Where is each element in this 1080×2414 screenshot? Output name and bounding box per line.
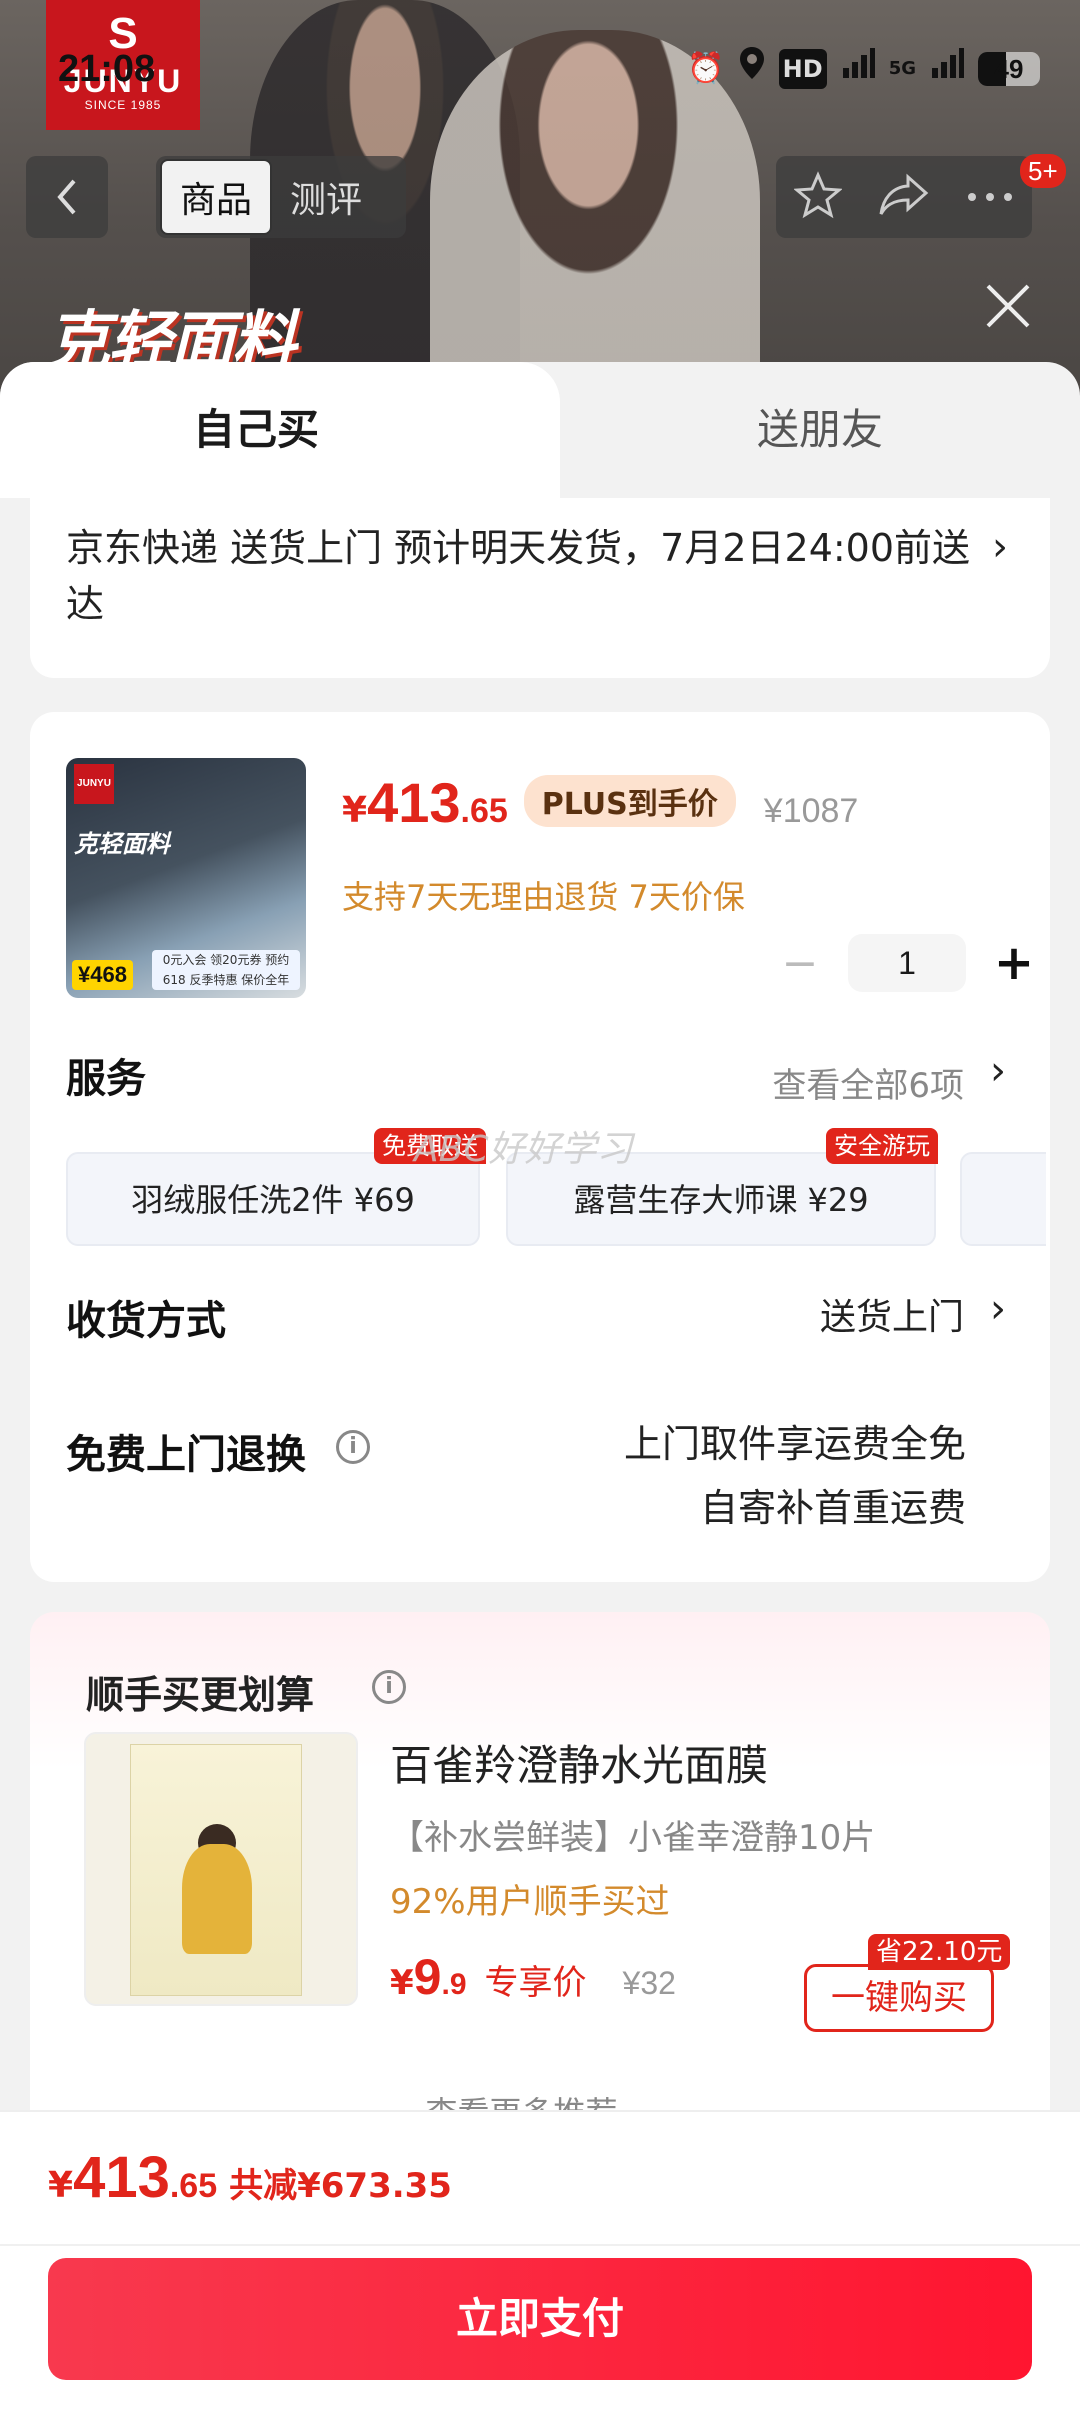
- tab-gift-friend[interactable]: 送朋友: [560, 362, 1080, 498]
- price-integer: 413: [367, 771, 461, 834]
- recommended-product-image[interactable]: [84, 1732, 358, 2006]
- checkout-bar: ¥ 413 .65 共减¥673.35 立即支付: [0, 2110, 1080, 2414]
- hd-icon: HD: [778, 48, 827, 89]
- illustration-figure: [182, 1844, 252, 1954]
- shipping-value[interactable]: 送货上门: [820, 1288, 964, 1340]
- more-button[interactable]: [966, 188, 1014, 207]
- product-thumbnail[interactable]: JUNYU 克轻面料 ¥468 0元入会 领20元券 预约618 反季特惠 保价…: [66, 758, 306, 998]
- rec-price-currency: ¥: [390, 1963, 414, 2003]
- delivery-text: 京东快递 送货上门 预计明天发货，7月2日24:00前送达: [66, 526, 971, 626]
- price-row: ¥ 413 .65 PLUS到手价 ¥1087: [342, 770, 858, 835]
- service-item-laundry[interactable]: 羽绒服任洗2件 ¥69: [66, 1152, 480, 1246]
- delivery-card[interactable]: 京东快递 送货上门 预计明天发货，7月2日24:00前送达 ›: [30, 498, 1050, 678]
- services-view-all[interactable]: 查看全部6项: [772, 1058, 964, 1107]
- info-icon[interactable]: i: [372, 1670, 406, 1704]
- free-return-note: 上门取件享运费全免 自寄补首重运费: [624, 1412, 966, 1540]
- free-return-line2: 自寄补首重运费: [699, 1486, 966, 1530]
- thumb-promo-strip: 0元入会 领20元券 预约618 反季特惠 保价全年: [152, 950, 300, 990]
- divider: [0, 2244, 1080, 2246]
- total-decimal: .65: [169, 2167, 218, 2205]
- network-5g-label: 5G: [888, 57, 916, 79]
- free-return-line1: 上门取件享运费全免: [623, 1422, 966, 1466]
- rec-price-integer: 9: [413, 1949, 442, 2005]
- total-price: ¥ 413 .65 共减¥673.35: [48, 2144, 452, 2211]
- more-icon: [968, 192, 1012, 201]
- tab-self-buy[interactable]: 自己买: [0, 362, 512, 498]
- rec-price-decimal: .9: [441, 1968, 467, 2001]
- pay-now-button[interactable]: 立即支付: [48, 2258, 1032, 2380]
- star-icon: [793, 171, 843, 219]
- chevron-right-icon[interactable]: ›: [990, 1048, 1006, 1094]
- recommended-bought-rate: 92%用户顺手买过: [390, 1882, 670, 1922]
- message-count-badge: 5+: [1020, 154, 1066, 188]
- service-item-camping[interactable]: 露营生存大师课 ¥29: [506, 1152, 936, 1246]
- services-title: 服务: [66, 1056, 146, 1102]
- recommendation-title: 顺手买更划算: [86, 1673, 315, 1717]
- location-icon: [739, 46, 765, 91]
- shipping-label: 收货方式: [66, 1298, 226, 1344]
- thumb-price: ¥468: [72, 960, 133, 990]
- price-decimal: .65: [460, 792, 508, 830]
- battery-icon: 49: [978, 51, 1040, 86]
- rec-exclusive-label: 专享价: [484, 1963, 587, 2003]
- order-card: JUNYU 克轻面料 ¥468 0元入会 领20元券 预约618 反季特惠 保价…: [30, 712, 1050, 1582]
- recommended-product-desc: 【补水尝鲜装】小雀幸澄静10片: [390, 1818, 876, 1858]
- price-currency: ¥: [342, 790, 368, 831]
- recommended-product-name[interactable]: 百雀羚澄静水光面膜: [390, 1732, 768, 1793]
- header-tabs: 商品 测评: [156, 156, 406, 238]
- tab-review[interactable]: 测评: [272, 161, 380, 233]
- battery-percent: 49: [994, 53, 1024, 84]
- service-badge: 免费取送: [374, 1128, 486, 1164]
- signal-icon: [930, 46, 964, 91]
- total-discount: 共减¥673.35: [229, 2166, 452, 2206]
- thumb-banner-text: 克轻面料: [74, 830, 170, 858]
- one-click-buy-button[interactable]: 一键购买: [804, 1964, 994, 2032]
- signal-icon: [841, 46, 875, 91]
- back-icon: [57, 179, 76, 215]
- free-return-label: 免费上门退换: [66, 1432, 306, 1478]
- favorite-button[interactable]: [793, 171, 843, 223]
- return-policy: 支持7天无理由退货 7天价保: [342, 878, 745, 916]
- status-time: 21:08: [58, 48, 156, 90]
- share-button[interactable]: [878, 173, 930, 221]
- header-actions: [776, 156, 1032, 238]
- purchase-sheet: 自己买 送朋友 京东快递 送货上门 预计明天发货，7月2日24:00前送达 › …: [0, 362, 1080, 2412]
- close-button[interactable]: [972, 270, 1044, 342]
- alarm-icon: ⏰: [687, 50, 725, 86]
- minus-icon[interactable]: −: [770, 938, 830, 989]
- info-icon[interactable]: i: [336, 1430, 370, 1464]
- rec-original-price: ¥32: [622, 1965, 676, 2001]
- services-list: 羽绒服任洗2件 ¥69 露营生存大师课 ¥29: [66, 1152, 1046, 1252]
- plus-icon[interactable]: +: [984, 935, 1044, 991]
- quantity-value[interactable]: 1: [848, 934, 966, 992]
- brand-since: SINCE 1985: [84, 98, 162, 112]
- chevron-right-icon[interactable]: ›: [990, 1286, 1006, 1332]
- quantity-stepper: − 1 +: [770, 934, 1044, 992]
- total-currency: ¥: [48, 2165, 74, 2206]
- service-badge: 安全游玩: [826, 1128, 938, 1164]
- chevron-right-icon: ›: [992, 524, 1008, 570]
- share-icon: [879, 173, 929, 215]
- original-price: ¥1087: [763, 792, 859, 830]
- recommendation-card: 顺手买更划算 i 百雀羚澄静水光面膜 【补水尝鲜装】小雀幸澄静10片 92%用户…: [30, 1612, 1050, 2172]
- save-amount-badge: 省22.10元: [868, 1934, 1011, 1970]
- close-icon: [986, 284, 1030, 328]
- thumb-brand-logo: JUNYU: [74, 764, 114, 804]
- service-item-more[interactable]: [960, 1152, 1046, 1246]
- tab-product[interactable]: 商品: [160, 159, 273, 235]
- plus-price-tag: PLUS到手价: [523, 775, 736, 827]
- back-button[interactable]: [26, 156, 108, 238]
- total-integer: 413: [73, 2145, 170, 2210]
- status-icons: ⏰ HD 5G 49: [687, 46, 1040, 91]
- recommended-price-row: ¥ 9 .9 专享价 ¥32: [390, 1948, 676, 2006]
